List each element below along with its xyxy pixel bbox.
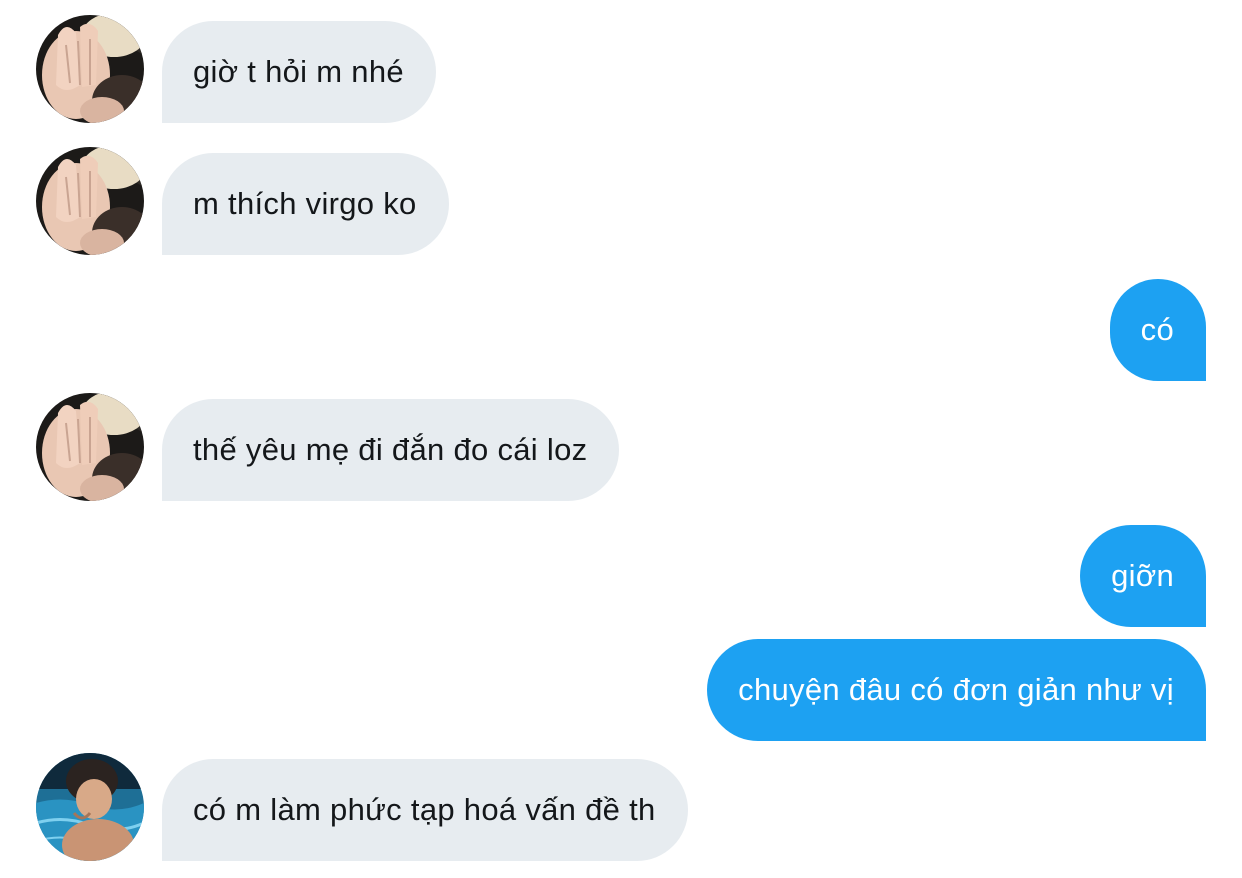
avatar[interactable] bbox=[36, 393, 144, 501]
blonde-girl-avatar-icon bbox=[36, 147, 144, 255]
message-text: có bbox=[1140, 312, 1174, 347]
conversation-thread: giờ t hỏi m nhé m thích virgo ko có thế … bbox=[0, 0, 1242, 878]
message-text: có m làm phức tạp hoá vấn đề th bbox=[193, 792, 656, 827]
incoming-message-bubble[interactable]: m thích virgo ko bbox=[162, 153, 449, 255]
pool-boy-avatar-icon bbox=[36, 753, 144, 861]
message-text: chuyện đâu có đơn giản như vị bbox=[738, 672, 1174, 707]
blonde-girl-avatar-icon bbox=[36, 393, 144, 501]
blonde-girl-avatar-icon bbox=[36, 15, 144, 123]
message-text: thế yêu mẹ đi đắn đo cái loz bbox=[193, 432, 588, 467]
incoming-message-bubble[interactable]: giờ t hỏi m nhé bbox=[162, 21, 436, 123]
outgoing-message-bubble[interactable]: giỡn bbox=[1080, 525, 1206, 627]
outgoing-message-bubble[interactable]: có bbox=[1109, 279, 1206, 381]
incoming-message-bubble[interactable]: thế yêu mẹ đi đắn đo cái loz bbox=[162, 399, 620, 501]
avatar[interactable] bbox=[36, 147, 144, 255]
incoming-message-bubble[interactable]: có m làm phức tạp hoá vấn đề th bbox=[162, 759, 688, 861]
outgoing-message-bubble[interactable]: chuyện đâu có đơn giản như vị bbox=[707, 639, 1206, 741]
message-text: giỡn bbox=[1111, 558, 1174, 593]
message-text: giờ t hỏi m nhé bbox=[193, 54, 404, 89]
avatar[interactable] bbox=[36, 15, 144, 123]
avatar[interactable] bbox=[36, 753, 144, 861]
message-text: m thích virgo ko bbox=[193, 186, 417, 221]
